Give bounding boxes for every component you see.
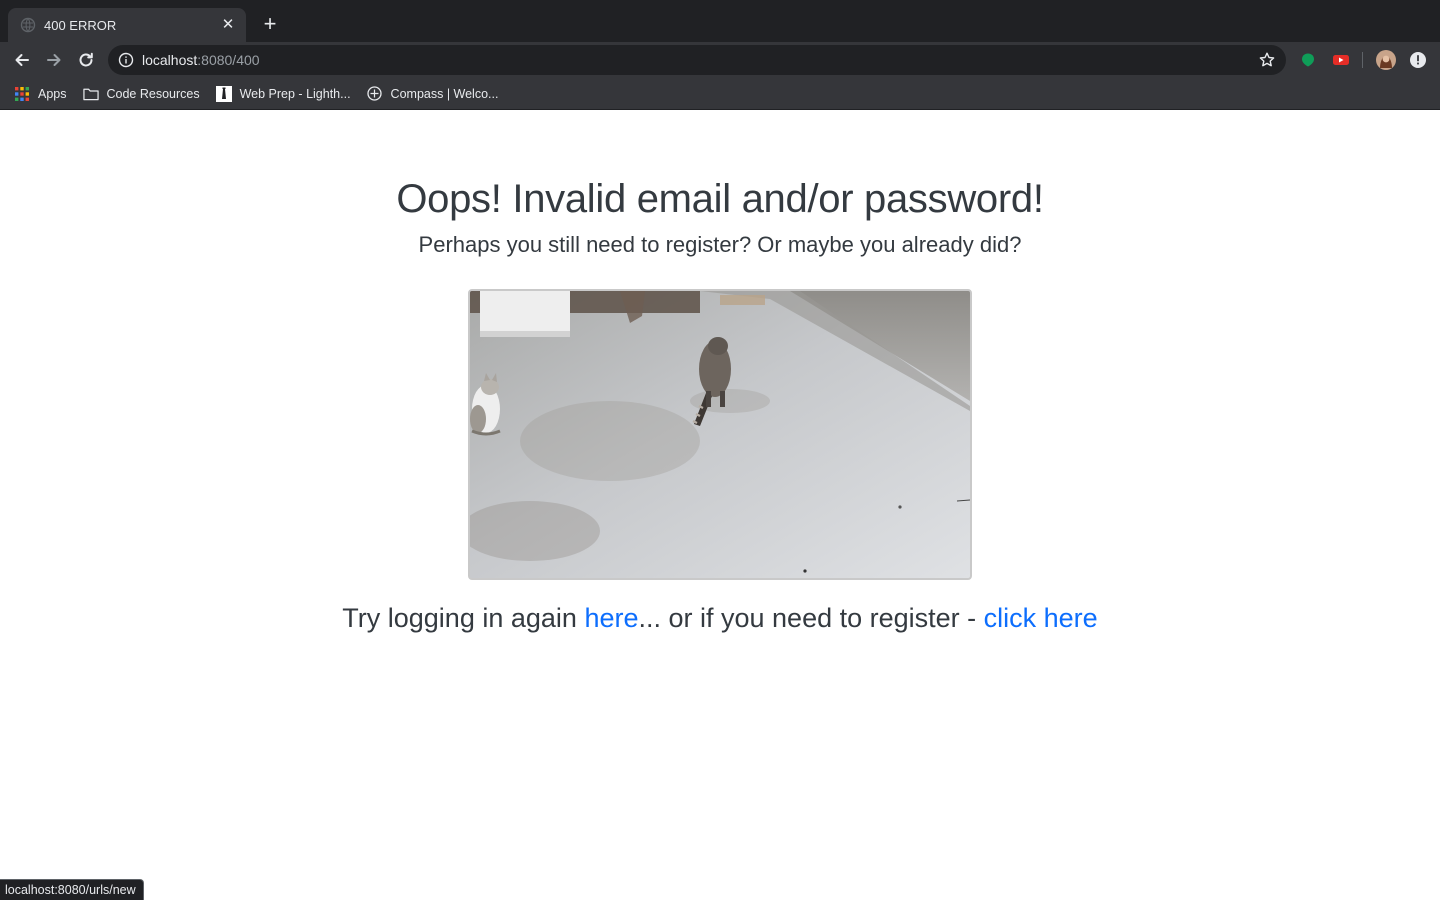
bookmark-compass[interactable]: Compass | Welco... [365, 82, 507, 106]
globe-icon [20, 17, 36, 33]
retry-middle: ... or if you need to register - [638, 603, 984, 633]
tab-strip: 400 ERROR ✕ + [0, 0, 1440, 42]
retry-message: Try logging in again here... or if you n… [0, 603, 1440, 634]
error-gif [468, 289, 972, 580]
register-link[interactable]: click here [984, 603, 1098, 633]
bookmark-label: Code Resources [106, 86, 200, 101]
bookmark-label: Apps [38, 86, 67, 101]
back-arrow-icon [15, 54, 29, 66]
menu-alert-icon[interactable] [1408, 50, 1428, 70]
tab-title: 400 ERROR [44, 17, 117, 33]
folder-icon [82, 86, 99, 102]
reload-icon [79, 52, 93, 67]
site-info-icon[interactable] [118, 52, 134, 68]
link-status-bar: localhost:8080/urls/new [0, 879, 144, 900]
tab-close-icon[interactable]: ✕ [220, 17, 236, 33]
address-bar[interactable]: localhost:8080/400 [108, 45, 1286, 75]
apps-grid-icon [14, 86, 30, 102]
toolbar-separator [1362, 52, 1363, 68]
page-content: Oops! Invalid email and/or password! Per… [0, 111, 1440, 900]
error-subheading: Perhaps you still need to register? Or m… [418, 232, 1022, 257]
url-host: localhost [142, 52, 198, 68]
bookmark-web-prep[interactable]: Web Prep - Lighth... [214, 82, 359, 106]
lighthouse-labs-icon [215, 85, 232, 102]
youtube-extension-icon[interactable] [1331, 50, 1351, 70]
bookmark-star-icon[interactable] [1258, 51, 1276, 69]
new-tab-button[interactable]: + [258, 13, 282, 37]
url-path: :8080/400 [197, 52, 260, 68]
reload-button[interactable] [74, 48, 98, 72]
browser-toolbar: localhost:8080/400 [0, 42, 1440, 78]
forward-button[interactable] [42, 48, 66, 72]
compass-icon [367, 86, 383, 102]
green-extension-icon[interactable] [1298, 50, 1318, 70]
back-button[interactable] [10, 48, 34, 72]
forward-arrow-icon [47, 54, 61, 66]
bookmark-code-resources[interactable]: Code Resources [81, 82, 208, 106]
url-text[interactable]: localhost:8080/400 [142, 52, 1258, 68]
bookmark-label: Web Prep - Lighth... [239, 86, 351, 101]
bookmarks-bar: Apps Code Resources Web Prep - Lighth...… [0, 78, 1440, 110]
bookmark-apps[interactable]: Apps [12, 82, 75, 106]
profile-avatar[interactable] [1376, 50, 1396, 70]
cat-and-raccoon-image [470, 291, 970, 578]
retry-prefix: Try logging in again [342, 603, 585, 633]
login-link[interactable]: here [584, 603, 638, 633]
bookmark-label: Compass | Welco... [390, 86, 499, 101]
browser-tab[interactable]: 400 ERROR ✕ [8, 8, 246, 42]
error-heading: Oops! Invalid email and/or password! [396, 177, 1044, 221]
